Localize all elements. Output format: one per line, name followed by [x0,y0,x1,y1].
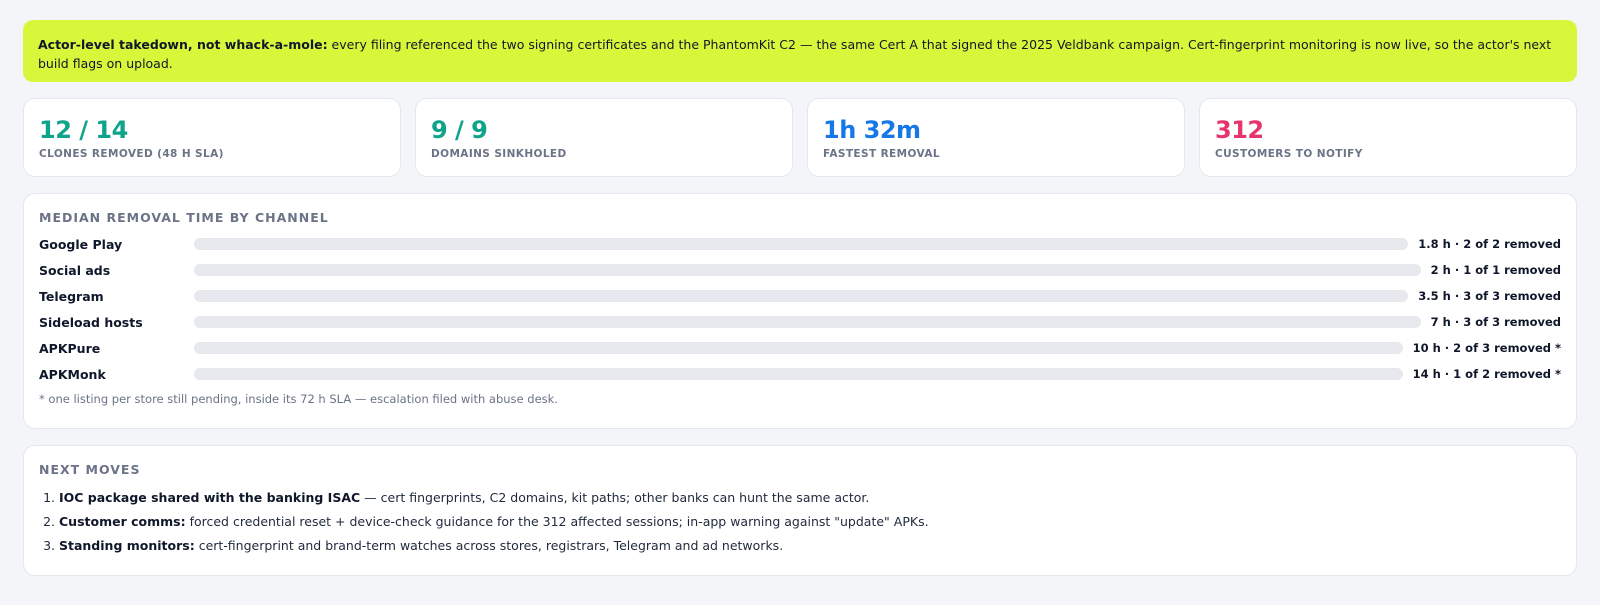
channel-bar-track [194,368,1403,380]
channel-row: APKMonk 14 h · 1 of 2 removed * [39,361,1561,387]
move-text: cert-fingerprint and brand-term watches … [194,538,784,553]
channel-value: 7 h · 3 of 3 removed [1430,315,1561,329]
panel-title: MEDIAN REMOVAL TIME BY CHANNEL [39,210,329,225]
next-moves-panel: NEXT MOVES IOC package shared with the b… [23,445,1577,576]
move-lead: Customer comms: [59,514,186,529]
stat-value: 12 / 14 [39,116,128,144]
list-item: IOC package shared with the banking ISAC… [59,486,1561,510]
channel-row: Google Play 1.8 h · 2 of 2 removed [39,231,1561,257]
channel-rows: Google Play 1.8 h · 2 of 2 removed Socia… [39,231,1561,387]
channel-footnote: * one listing per store still pending, i… [39,392,558,406]
list-item: Customer comms: forced credential reset … [59,510,1561,534]
channel-bar-track [194,316,1421,328]
channel-value: 1.8 h · 2 of 2 removed [1418,237,1561,251]
stat-value: 1h 32m [823,116,921,144]
stat-card-customers-to-notify: 312 CUSTOMERS TO NOTIFY [1199,98,1577,177]
banner-lead: Actor-level takedown, not whack-a-mole: [38,37,328,52]
removal-time-by-channel-panel: MEDIAN REMOVAL TIME BY CHANNEL Google Pl… [23,193,1577,429]
channel-name: Sideload hosts [39,314,143,330]
summary-banner: Actor-level takedown, not whack-a-mole: … [23,20,1577,82]
channel-bar-track [194,342,1403,354]
stats-row: 12 / 14 CLONES REMOVED (48 H SLA) 9 / 9 … [23,98,1577,177]
channel-bar-track [194,238,1409,250]
channel-name: Google Play [39,236,123,252]
channel-row: Telegram 3.5 h · 3 of 3 removed [39,283,1561,309]
next-moves-list: IOC package shared with the banking ISAC… [39,486,1561,558]
channel-bar-track [194,290,1409,302]
channel-name: APKPure [39,340,101,356]
move-lead: Standing monitors: [59,538,195,553]
move-lead: IOC package shared with the banking ISAC [59,490,361,505]
channel-value: 3.5 h · 3 of 3 removed [1418,289,1561,303]
stat-card-clones-removed: 12 / 14 CLONES REMOVED (48 H SLA) [23,98,401,177]
stat-card-domains-sinkholed: 9 / 9 DOMAINS SINKHOLED [415,98,793,177]
stat-value: 312 [1215,116,1264,144]
stat-card-fastest-removal: 1h 32m FASTEST REMOVAL [807,98,1185,177]
channel-row: Social ads 2 h · 1 of 1 removed [39,257,1561,283]
stat-value: 9 / 9 [431,116,488,144]
stat-label: FASTEST REMOVAL [823,148,940,160]
channel-bar-track [194,264,1421,276]
stat-label: CUSTOMERS TO NOTIFY [1215,148,1363,160]
move-text: forced credential reset + device-check g… [185,514,929,529]
channel-name: Social ads [39,262,111,278]
stat-label: DOMAINS SINKHOLED [431,148,567,160]
channel-row: Sideload hosts 7 h · 3 of 3 removed [39,309,1561,335]
channel-value: 2 h · 1 of 1 removed [1430,263,1561,277]
move-text: — cert fingerprints, C2 domains, kit pat… [360,490,870,505]
channel-value: 14 h · 1 of 2 removed * [1412,367,1561,381]
list-item: Standing monitors: cert-fingerprint and … [59,534,1561,558]
channel-row: APKPure 10 h · 2 of 3 removed * [39,335,1561,361]
panel-title: NEXT MOVES [39,462,141,477]
channel-value: 10 h · 2 of 3 removed * [1412,341,1561,355]
channel-name: APKMonk [39,366,106,382]
channel-name: Telegram [39,288,104,304]
stat-label: CLONES REMOVED (48 H SLA) [39,148,224,160]
